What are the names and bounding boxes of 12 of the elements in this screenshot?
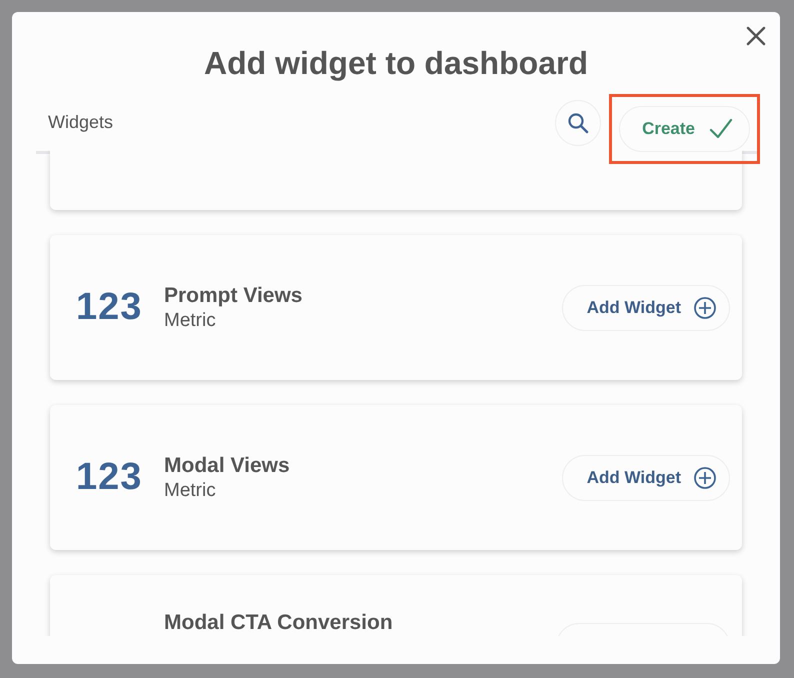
dialog-title: Add widget to dashboard: [203, 44, 589, 83]
section-label: Widgets: [48, 112, 114, 133]
metric-icon: 123: [76, 286, 164, 329]
widget-title: Modal CTA Conversion: [164, 611, 393, 635]
create-button[interactable]: Create: [619, 106, 750, 152]
metric-icon: 123: [76, 456, 164, 499]
add-widget-button[interactable]: Add Widget: [562, 454, 730, 500]
widget-title: Modal Views: [164, 454, 291, 478]
add-widget-button[interactable]: Add Widget: [562, 284, 730, 330]
widget-title: Prompt Views: [164, 284, 304, 308]
widget-type: Metric: [164, 480, 217, 502]
widget-type: Metric: [164, 310, 217, 332]
